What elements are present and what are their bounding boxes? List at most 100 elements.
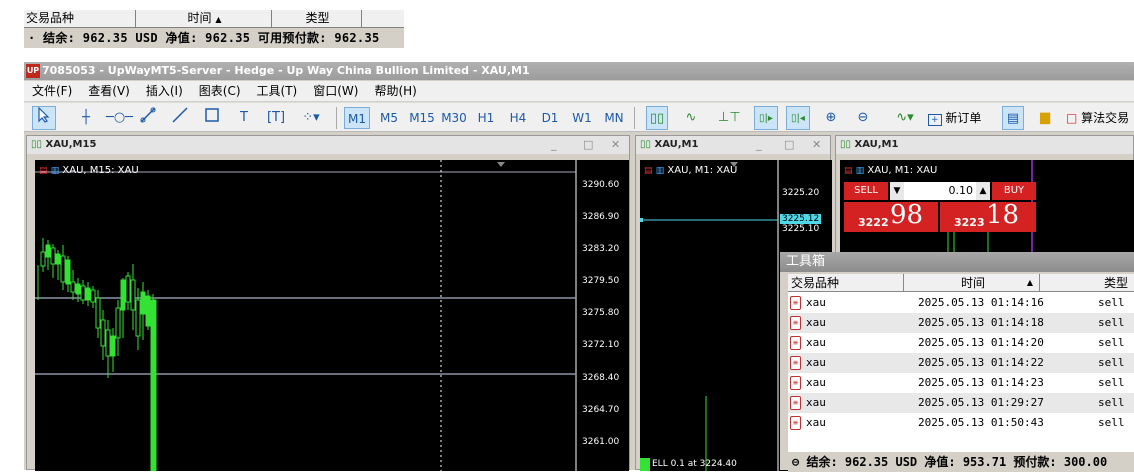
chart-icon: ▯▯: [840, 139, 852, 150]
col-time-label: 时间: [187, 11, 212, 25]
timeframe-w1[interactable]: W1: [570, 107, 594, 129]
row-type: sell: [1098, 416, 1125, 429]
menu-window[interactable]: 窗口(W): [305, 81, 366, 101]
menu-bar: 文件(F) 查看(V) 插入(I) 图表(C) 工具(T) 窗口(W) 帮助(H…: [24, 81, 1134, 101]
sell-price-tile[interactable]: 3222 98: [844, 200, 938, 232]
table-row[interactable]: ≡ xau 2025.05.13 01:14:23 sell: [788, 373, 1134, 393]
menu-view[interactable]: 查看(V): [80, 81, 138, 101]
order-document-icon: ≡: [790, 316, 801, 330]
volume-up-icon[interactable]: ▲: [976, 182, 990, 200]
zoom-out-icon[interactable]: ⊖: [852, 106, 874, 130]
timeframe-m5[interactable]: M5: [376, 107, 402, 129]
sort-up-icon: ▲: [1026, 278, 1033, 287]
folder-icon[interactable]: ▆: [1034, 106, 1056, 130]
row-type: sell: [1098, 316, 1125, 329]
table-row[interactable]: ≡ xau 2025.05.13 01:14:18 sell: [788, 313, 1134, 333]
bar-chart-icon[interactable]: ⊥⊤: [718, 106, 741, 130]
close-icon[interactable]: ✕: [812, 136, 821, 154]
table-row[interactable]: ≡ xau 2025.05.13 01:29:27 sell: [788, 393, 1134, 413]
chart-m15-canvas[interactable]: ▤ ▥ XAU, M15: XAU 3290.60 3286.90 3283.2…: [35, 160, 629, 471]
timeframe-h1[interactable]: H1: [474, 107, 498, 129]
shapes-dropdown-icon[interactable]: ⁘▾: [296, 106, 326, 130]
minimize-icon[interactable]: _: [551, 136, 557, 154]
text-label-icon[interactable]: [T]: [264, 106, 288, 130]
maximize-icon[interactable]: □: [583, 136, 593, 154]
algo-stop-icon: □: [1066, 111, 1078, 125]
timeframe-d1[interactable]: D1: [538, 107, 562, 129]
indicators-dropdown-icon[interactable]: ∿▾: [890, 106, 920, 130]
algo-trading-button[interactable]: □ 算法交易: [1066, 106, 1134, 130]
channel-icon[interactable]: [170, 106, 190, 130]
sell-button[interactable]: SELL: [844, 182, 888, 200]
row-symbol: xau: [806, 376, 826, 389]
vertical-line-icon[interactable]: ┼: [76, 106, 96, 130]
window-titlebar[interactable]: UP 7085053 - UpWayMT5-Server - Hedge - U…: [24, 62, 1134, 80]
new-order-icon: +: [928, 114, 942, 126]
menu-file[interactable]: 文件(F): [24, 81, 80, 101]
col-time-header[interactable]: 时间 ▲: [904, 274, 1040, 292]
chart-m1b-symbol-label: XAU, M1: XAU: [867, 165, 938, 176]
autoscroll-icon[interactable]: ▯|▸: [754, 106, 778, 130]
table-row[interactable]: ≡ xau 2025.05.13 01:14:22 sell: [788, 353, 1134, 373]
menu-help[interactable]: 帮助(H): [366, 81, 424, 101]
new-order-button[interactable]: + 新订单: [928, 106, 998, 130]
row-symbol: xau: [806, 316, 826, 329]
horizontal-line-icon[interactable]: ─○─: [106, 106, 133, 130]
trade-table: 交易品种 时间 ▲ 类型 ≡ xau 2025.05.13 01:14:16 sell…: [788, 274, 1134, 472]
chart-grid-icon: ▤: [644, 166, 653, 176]
toolbar-separator: [634, 107, 635, 129]
timeframe-m1[interactable]: M1: [344, 107, 370, 129]
col-type-header[interactable]: 类型: [272, 10, 362, 28]
menu-charts[interactable]: 图表(C): [191, 81, 249, 101]
chart-icon: ▯▯: [31, 139, 43, 150]
cursor-icon[interactable]: [32, 106, 56, 130]
table-row[interactable]: ≡ xau 2025.05.13 01:50:43 sell: [788, 413, 1134, 433]
col-time-header[interactable]: 时间 ▲: [136, 10, 272, 28]
text-icon[interactable]: T: [234, 106, 254, 130]
close-icon[interactable]: ✕: [611, 136, 620, 154]
col-time-label: 时间: [960, 276, 985, 290]
menu-insert[interactable]: 插入(I): [138, 81, 191, 101]
volume-input[interactable]: 0.10: [904, 182, 976, 200]
chart-shift-icon[interactable]: ▯|◂: [786, 106, 810, 130]
maximize-icon[interactable]: □: [784, 136, 794, 154]
col-symbol-header[interactable]: 交易品种: [788, 274, 904, 292]
row-time: 2025.05.13 01:14:18: [918, 316, 1044, 329]
chart-m1b-titlebar[interactable]: ▯▯ XAU,M1: [836, 136, 1133, 154]
table-row[interactable]: ≡ xau 2025.05.13 01:14:20 sell: [788, 333, 1134, 353]
volume-down-icon[interactable]: ▼: [890, 182, 904, 200]
order-document-icon: ≡: [790, 416, 801, 430]
line-chart-icon[interactable]: ∿: [680, 106, 702, 130]
row-time: 2025.05.13 01:14:20: [918, 336, 1044, 349]
depth-of-market-icon[interactable]: ▤: [1002, 106, 1024, 130]
buy-price-tile[interactable]: 3223 18: [940, 200, 1036, 232]
row-type: sell: [1098, 396, 1125, 409]
order-document-icon: ≡: [790, 296, 801, 310]
menu-tools[interactable]: 工具(T): [249, 81, 306, 101]
timeframe-h4[interactable]: H4: [506, 107, 530, 129]
new-order-label: 新订单: [945, 111, 982, 125]
toolbox-title[interactable]: 工具箱: [780, 252, 1134, 272]
chart-icon: ▯▯: [640, 139, 652, 150]
buy-button[interactable]: BUY: [992, 182, 1036, 200]
row-type: sell: [1098, 296, 1125, 309]
col-type-header[interactable]: 类型: [1040, 274, 1134, 292]
top-balance-row: · 结余: 962.35 USD 净值: 962.35 可用预付款: 962.3…: [24, 29, 404, 48]
timeframe-mn[interactable]: MN: [602, 107, 626, 129]
sell-price-small: 3222: [858, 216, 889, 229]
chart-m1a-titlebar[interactable]: ▯▯ XAU,M1 _ □ ✕: [636, 136, 830, 154]
trendline-icon[interactable]: [138, 106, 158, 130]
timeframe-m30[interactable]: M30: [439, 107, 469, 129]
zoom-in-icon[interactable]: ⊕: [820, 106, 842, 130]
chart-m15-titlebar[interactable]: ▯▯ XAU,M15 _ □ ✕: [27, 136, 629, 154]
timeframe-m15[interactable]: M15: [407, 107, 437, 129]
col-symbol-header[interactable]: 交易品种: [24, 10, 136, 28]
chart-bars-icon: ▥: [50, 166, 60, 176]
price-label: 3225.10: [782, 224, 820, 234]
rectangle-icon[interactable]: [202, 106, 222, 130]
table-row[interactable]: ≡ xau 2025.05.13 01:14:16 sell: [788, 293, 1134, 313]
minimize-icon[interactable]: _: [756, 136, 762, 154]
order-label: ELL 0.1 at 3224.40: [652, 459, 737, 469]
bid-price-tag: 3225.12: [780, 214, 822, 224]
candlestick-icon[interactable]: ▯▯: [646, 106, 668, 130]
